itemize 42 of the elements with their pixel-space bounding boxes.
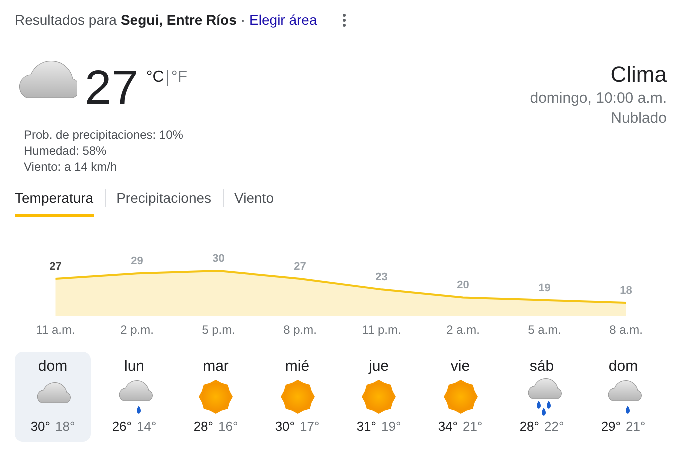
day-forecast[interactable]: lun 26° 14° [96,352,172,442]
temperature-value: 23 [376,272,388,284]
day-forecast[interactable]: sáb 28° 22° [504,352,580,442]
weather-detail: Prob. de precipitaciones: 10% [24,127,184,143]
temperature-value: 30 [212,253,225,265]
temperature-value: 27 [294,261,306,273]
separator-dot: · [240,12,246,28]
unit-toggle[interactable]: °C [146,69,164,87]
day-forecast[interactable]: dom 30° 18° [15,352,91,442]
tab[interactable]: Temperatura [15,190,94,216]
weather-detail: Viento: a 14 km/h [24,159,118,175]
day-forecast[interactable]: dom 29° 21° [586,352,662,442]
day-forecast[interactable]: mié 30° 17° [260,352,336,442]
temperature-value: 27 [50,261,62,273]
day-forecast[interactable]: vie 34° 21° [422,352,498,442]
weather-detail: Humedad: 58% [24,143,108,159]
hour-label: 5 a.m. [528,323,562,337]
date-time: domingo, 10:00 a.m. [530,89,667,109]
current-temperature: 27 [85,61,138,117]
results-label: Resultados para [15,12,117,28]
tab[interactable]: Precipitaciones [116,190,212,216]
temperature-value: 19 [538,282,551,294]
unit-toggle[interactable]: °F [171,69,188,87]
hour-label: 11 p.m. [362,323,402,337]
tab[interactable]: Viento [234,190,274,216]
temperature-value: 18 [620,285,632,298]
temperature-value: 20 [457,280,470,292]
location-name: Segui, Entre Ríos [120,12,237,28]
hour-label: 8 a.m. [610,323,643,337]
day-forecast[interactable]: jue 31° 19° [341,352,417,442]
hour-label: 5 p.m. [202,323,236,337]
day-forecast[interactable]: mar 28° 16° [178,352,254,442]
weather-title: Clima [610,61,667,89]
hour-label: 11 a.m. [36,323,76,337]
hour-label: 2 a.m. [446,323,480,337]
temperature-value: 29 [131,256,144,268]
choose-area-link[interactable]: Elegir área [250,12,318,28]
hour-label: 2 p.m. [120,323,154,337]
sun-icon [359,377,399,417]
sun-icon [196,377,236,417]
condition-label: Nublado [610,109,667,129]
hour-label: 8 p.m. [284,323,317,337]
